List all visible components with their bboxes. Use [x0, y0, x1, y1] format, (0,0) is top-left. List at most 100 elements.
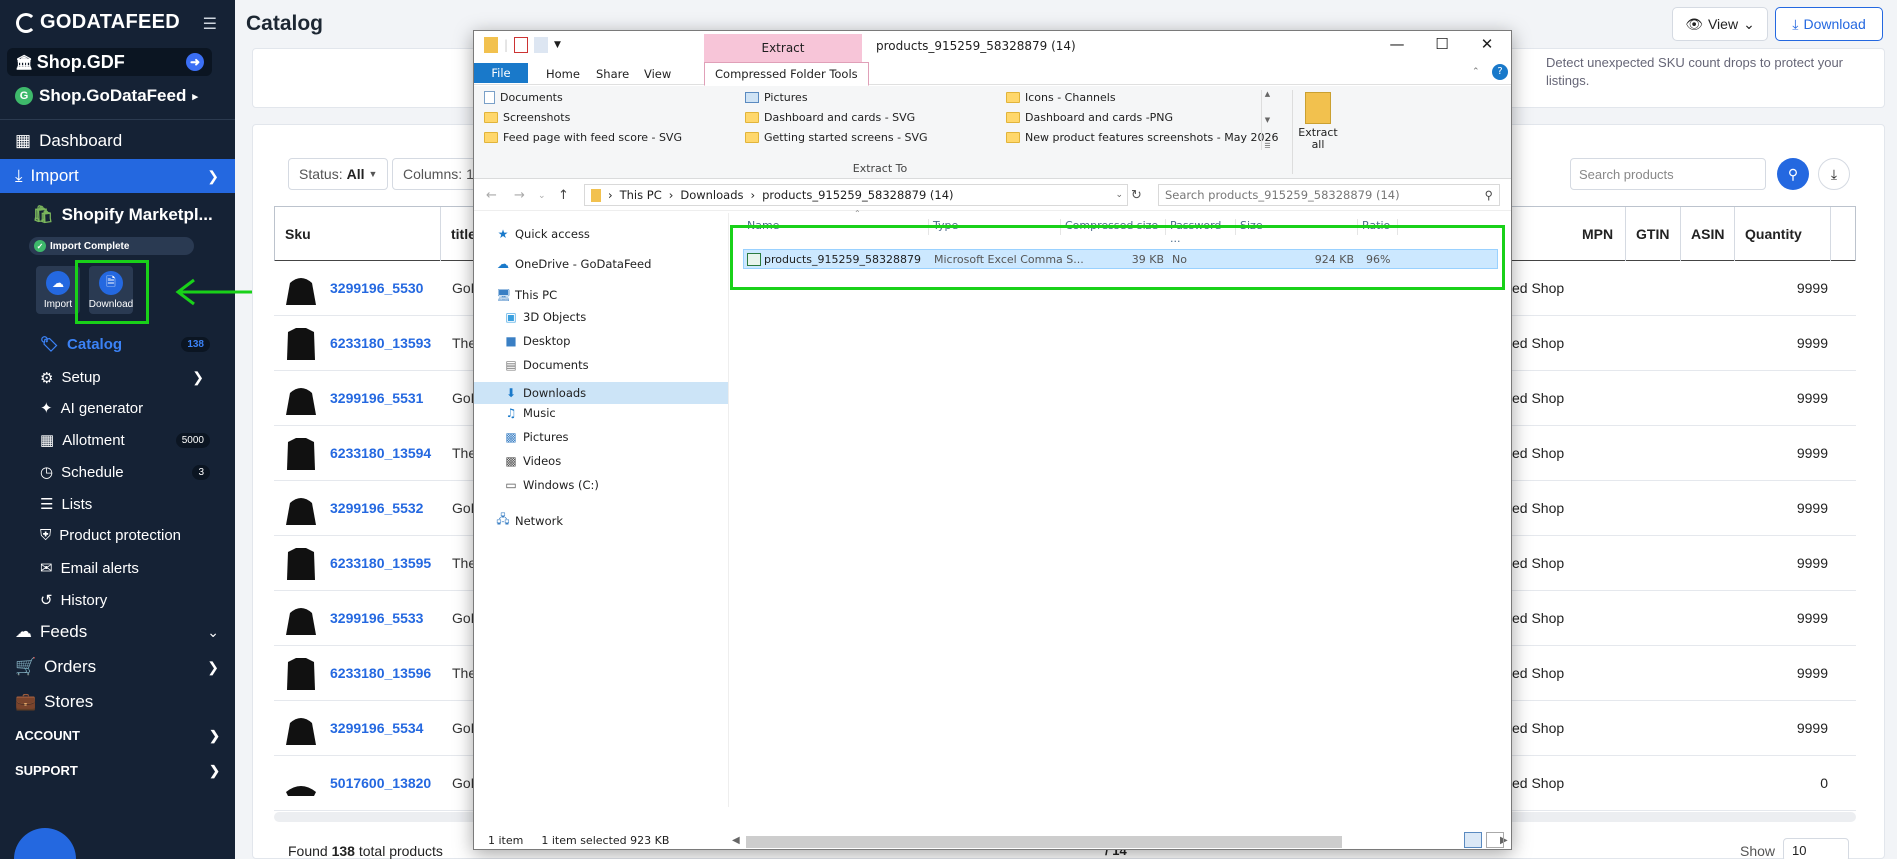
tab-home[interactable]: Home — [536, 64, 590, 84]
sku-link[interactable]: 3299196_5533 — [330, 610, 423, 626]
extract-destination-item[interactable]: Feed page with feed score - SVG — [484, 131, 682, 144]
col-mpn[interactable]: MPN — [1572, 207, 1626, 261]
nav-stores[interactable]: 💼 Stores — [0, 685, 235, 719]
sidebar-item-schedule[interactable]: ◷ Schedule 3 — [40, 463, 210, 481]
close-icon[interactable]: ✕ — [1467, 35, 1507, 53]
nav-item[interactable]: ★ Quick access — [474, 227, 590, 241]
export-button[interactable]: ⤓ — [1818, 158, 1850, 190]
menu-icon[interactable]: ☰ — [203, 14, 217, 34]
section-support[interactable]: SUPPORT ❯ — [15, 763, 220, 779]
sku-link[interactable]: 5017600_13820 — [330, 775, 431, 791]
store-selector[interactable]: G Shop.GoDataFeed ▸ — [15, 86, 198, 106]
forward-icon[interactable]: → — [514, 188, 525, 203]
logo[interactable]: GODATAFEED — [16, 11, 180, 34]
col-asin[interactable]: ASIN — [1681, 207, 1735, 261]
page-size-select[interactable]: 10 — [1783, 838, 1849, 859]
nav-item[interactable]: 🖧 Network — [474, 510, 563, 531]
properties-icon[interactable] — [514, 37, 529, 53]
sku-link[interactable]: 3299196_5532 — [330, 500, 423, 516]
shop-switcher[interactable]: 🏛 Shop.GDF ➜ — [7, 48, 212, 76]
col-quantity[interactable]: Quantity — [1735, 207, 1831, 261]
chat-launcher-icon[interactable] — [14, 828, 76, 859]
context-tab-extract[interactable]: Extract — [704, 34, 862, 62]
explorer-search-input[interactable]: Search products_915259_58328879 (14) ⚲ — [1158, 184, 1500, 206]
large-icons-view-icon[interactable] — [1486, 832, 1504, 848]
breadcrumb-this-pc[interactable]: This PC — [620, 188, 662, 202]
recent-dropdown-icon[interactable]: ⌄ — [538, 191, 546, 201]
address-bar[interactable]: › This PC › Downloads › products_915259_… — [584, 184, 1128, 206]
extract-destination-item[interactable]: Documents — [484, 91, 563, 104]
extract-destination-item[interactable]: Icons - Channels — [1006, 91, 1116, 104]
new-folder-icon[interactable] — [534, 37, 549, 53]
nav-dashboard[interactable]: ▦ Dashboard — [0, 124, 235, 158]
briefcase-icon: 💼 — [15, 692, 37, 711]
maximize-icon[interactable]: ☐ — [1422, 35, 1462, 53]
extract-destination-item[interactable]: New product features screenshots - May 2… — [1006, 131, 1278, 144]
extract-destination-item[interactable]: Getting started screens - SVG — [745, 131, 928, 144]
shop-name: ed Shop — [1512, 445, 1565, 461]
nav-item[interactable]: ☁ OneDrive - GoDataFeed — [474, 257, 651, 271]
nav-item[interactable]: ▩ Videos — [474, 454, 561, 468]
tab-file[interactable]: File — [474, 63, 528, 83]
network-icon: 🖧 — [496, 512, 510, 526]
import-source[interactable]: 🛍 Shopify Marketpl... — [32, 205, 213, 225]
sku-link[interactable]: 3299196_5534 — [330, 720, 423, 736]
address-dropdown-icon[interactable]: ⌄ — [1115, 190, 1123, 200]
dropdown-icon[interactable]: ▼ — [554, 40, 561, 50]
extract-destination-item[interactable]: Dashboard and cards - SVG — [745, 111, 915, 124]
nav-item[interactable]: ♫ Music — [474, 406, 556, 420]
details-view-icon[interactable] — [1464, 832, 1482, 848]
extract-destination-item[interactable]: Pictures — [745, 91, 808, 104]
nav-item[interactable]: ⬇ Downloads — [474, 382, 728, 404]
sidebar-item-history[interactable]: ↺ History — [40, 591, 210, 610]
shop-name: ed Shop — [1512, 555, 1565, 571]
sidebar-item-setup[interactable]: ⚙ Setup ❯ — [40, 367, 210, 388]
tab-compressed-folder-tools[interactable]: Compressed Folder Tools — [704, 62, 869, 86]
nav-item[interactable]: ▩ Pictures — [474, 430, 568, 444]
sidebar-item-ai-generator[interactable]: ✦ AI generator — [40, 399, 210, 418]
sidebar-item-lists[interactable]: ☰ Lists — [40, 495, 210, 514]
refresh-icon[interactable]: ↻ — [1131, 188, 1142, 203]
nav-item[interactable]: ▭ Windows (C:) — [474, 478, 599, 492]
sku-link[interactable]: 6233180_13595 — [330, 555, 431, 571]
sku-link[interactable]: 3299196_5530 — [330, 280, 423, 296]
nav-import[interactable]: ⤓ Import ❯ — [0, 159, 235, 193]
col-sku[interactable]: Sku — [275, 207, 441, 261]
nav-orders[interactable]: 🛒 Orders ❯ — [0, 650, 235, 684]
up-icon[interactable]: ↑ — [558, 188, 569, 203]
tab-view[interactable]: View — [634, 64, 681, 84]
minimize-icon[interactable]: — — [1377, 35, 1417, 53]
breadcrumb-current[interactable]: products_915259_58328879 (14) — [762, 188, 953, 202]
search-input[interactable]: Search products — [1570, 158, 1766, 190]
search-button[interactable]: ⚲ — [1777, 158, 1809, 190]
back-icon[interactable]: ← — [486, 188, 497, 203]
ribbon-gallery-scroll[interactable]: ▲ ▼ ☰ — [1261, 90, 1273, 150]
sku-link[interactable]: 6233180_13594 — [330, 445, 431, 461]
extract-all-button[interactable]: Extract all — [1296, 92, 1340, 151]
download-button[interactable]: ⤓ Download — [1775, 7, 1883, 41]
extract-destination-item[interactable]: Dashboard and cards -PNG — [1006, 111, 1173, 124]
nav-item[interactable]: ▤ Documents — [474, 358, 588, 372]
sku-link[interactable]: 3299196_5531 — [330, 390, 423, 406]
nav-item[interactable]: ■ Desktop — [474, 334, 570, 348]
section-account[interactable]: ACCOUNT ❯ — [15, 728, 220, 744]
tab-share[interactable]: Share — [586, 64, 639, 84]
extract-destination-item[interactable]: Screenshots — [484, 111, 570, 124]
breadcrumb-downloads[interactable]: Downloads — [680, 188, 743, 202]
sidebar-item-product-protection[interactable]: ⛨ Product protection — [40, 527, 210, 544]
sku-link[interactable]: 6233180_13593 — [330, 335, 431, 351]
help-icon[interactable]: ? — [1492, 64, 1508, 80]
collapse-ribbon-icon[interactable]: ⌃ — [1472, 67, 1480, 77]
sidebar-item-allotment[interactable]: ▦ Allotment 5000 — [40, 431, 210, 449]
columns-filter[interactable]: Columns: 1 — [392, 158, 482, 190]
sidebar-item-email-alerts[interactable]: ✉ Email alerts — [40, 559, 210, 578]
col-gtin[interactable]: GTIN — [1626, 207, 1681, 261]
nav-item[interactable]: 🖥 This PC — [474, 288, 557, 302]
import-tool-button[interactable]: ☁ Import — [36, 266, 80, 314]
nav-feeds[interactable]: ☁ Feeds ⌄ — [0, 615, 235, 649]
nav-item[interactable]: ▣ 3D Objects — [474, 310, 586, 324]
view-button[interactable]: 👁 View ⌄ — [1672, 7, 1768, 41]
sku-link[interactable]: 6233180_13596 — [330, 665, 431, 681]
sidebar-item-catalog[interactable]: 🏷 Catalog 138 — [40, 335, 210, 353]
status-filter[interactable]: Status: All ▼ — [288, 158, 389, 190]
